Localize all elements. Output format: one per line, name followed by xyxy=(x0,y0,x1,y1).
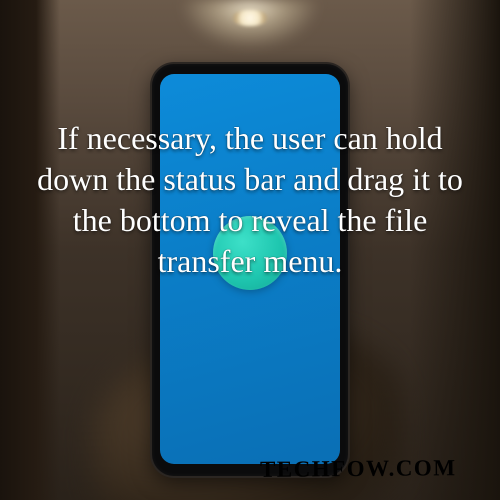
phone-status-bar[interactable] xyxy=(160,74,340,90)
watermark-text: TECHFOW.COM xyxy=(259,455,456,483)
scene-root: If necessary, the user can hold down the… xyxy=(0,0,500,500)
ceiling-light-icon xyxy=(232,10,268,26)
overlay-caption: If necessary, the user can hold down the… xyxy=(28,118,472,282)
